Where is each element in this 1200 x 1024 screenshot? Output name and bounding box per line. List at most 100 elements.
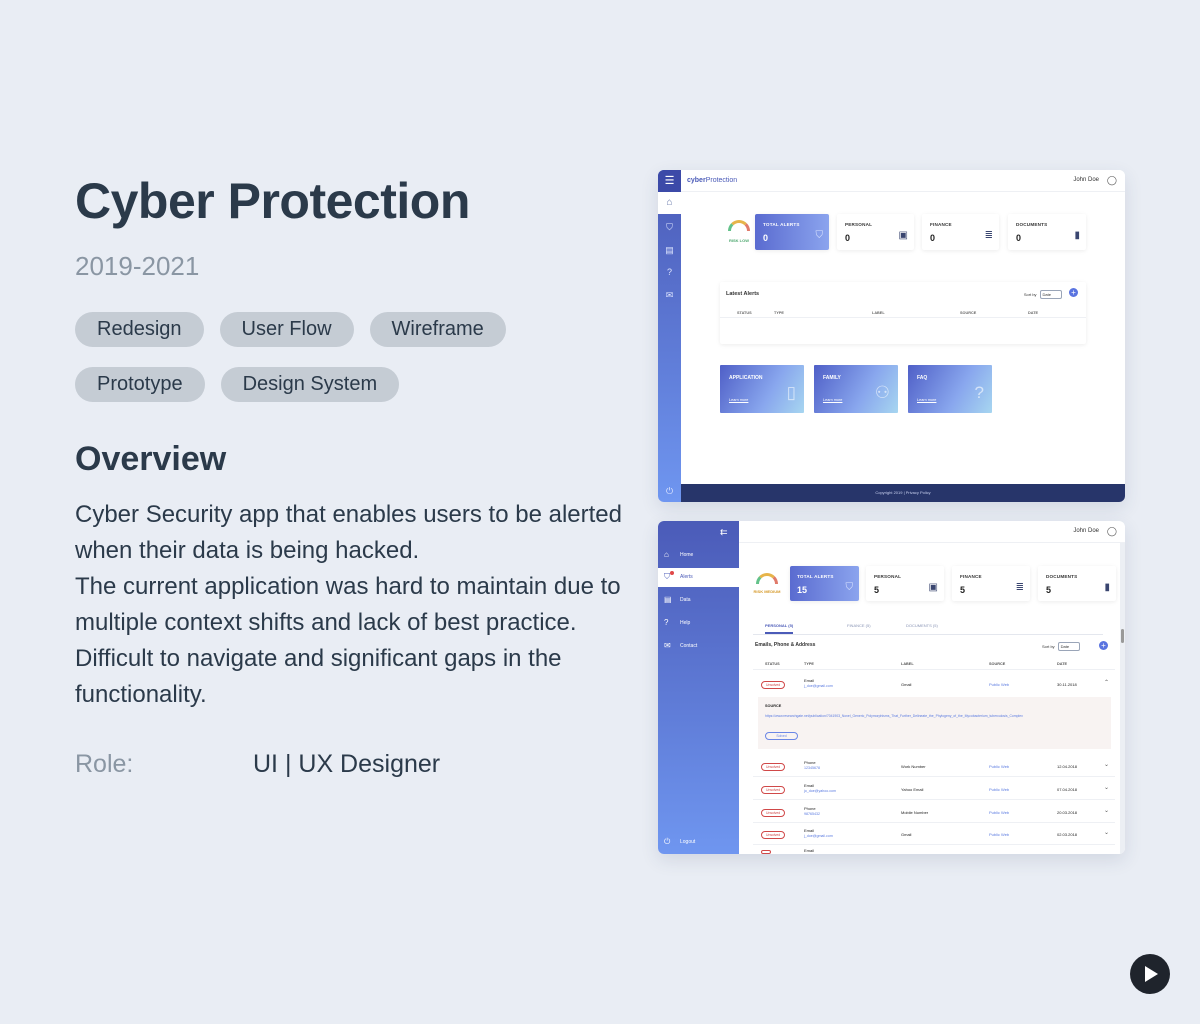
learn-more-link[interactable]: Learn more (917, 398, 936, 402)
user-name[interactable]: John Doe (1073, 528, 1099, 534)
project-years: 2019-2021 (75, 251, 200, 281)
alert-type: Email (804, 678, 815, 683)
column-header: TYPE (774, 311, 784, 315)
chevron-down-icon[interactable]: ⌄ (1104, 807, 1109, 814)
sidebar-item-label: Contact (680, 643, 698, 649)
scrollbar-thumb[interactable] (1121, 629, 1124, 643)
learn-more-link[interactable]: Learn more (729, 398, 748, 402)
column-header: LABEL (901, 662, 914, 666)
sidebar-item-alerts[interactable]: ⛉ Alerts (658, 568, 739, 587)
alert-source-link[interactable]: Public Web (989, 810, 1009, 815)
sidebar-item-data[interactable]: ▤ Data (658, 591, 739, 610)
alert-label: Work Number (901, 764, 926, 769)
passport-icon: ▮ (1104, 582, 1110, 593)
sort-control[interactable]: Sort by Date (1024, 290, 1062, 299)
chevron-down-icon[interactable]: ⌄ (1104, 784, 1109, 791)
column-header: SOURCE (989, 662, 1006, 666)
risk-label: RISK LOW (729, 238, 749, 243)
family-icon: ⚇ (874, 383, 890, 402)
finance-card[interactable]: FINANCE 0 ≣ (922, 214, 999, 250)
table-row[interactable]: Email (753, 846, 1115, 854)
sort-select[interactable]: Date (1057, 642, 1081, 651)
notification-dot (670, 571, 674, 575)
alert-source-link[interactable]: Public Web (989, 764, 1009, 769)
tab-finance[interactable]: FINANCE (5) (847, 623, 871, 628)
alert-type: Phone (804, 806, 816, 811)
role-label: Role: (75, 750, 134, 778)
table-row[interactable]: Unsolved Email j_doe@gmail.com Gmail Pub… (753, 673, 1115, 695)
alert-value: 12345678 (804, 766, 820, 770)
home-icon[interactable]: ⌂ (658, 192, 681, 214)
hamburger-icon[interactable]: ☰ (658, 170, 681, 192)
source-url-link[interactable]: https://www.researchgate.net/publication… (765, 714, 1055, 719)
brand-prefix: cyber (687, 177, 706, 184)
chevron-down-icon[interactable]: ⌄ (1104, 761, 1109, 768)
family-card[interactable]: FAMILY Learn more ⚇ (814, 365, 898, 413)
overview-heading: Overview (75, 440, 227, 478)
tab-documents[interactable]: DOCUMENTS (5) (906, 623, 938, 628)
question-icon: ? (974, 383, 984, 402)
add-icon[interactable]: + (1099, 641, 1108, 650)
finance-card[interactable]: FINANCE 5 ≣ (952, 566, 1030, 601)
sidebar: ☰ ⌂ ⛉ ▤ ? ✉ ⏻ (658, 170, 681, 502)
play-button[interactable] (1130, 954, 1170, 994)
table-row[interactable]: Unsolved Phone 12345678 Work Number Publ… (753, 755, 1115, 777)
solved-button[interactable]: Solved (765, 732, 798, 740)
personal-card[interactable]: PERSONAL 5 ▣ (866, 566, 944, 601)
coins-icon: ≣ (984, 230, 993, 241)
sort-select[interactable]: Date (1039, 290, 1062, 299)
user-name[interactable]: John Doe (1073, 177, 1099, 183)
card-title: PERSONAL (845, 222, 873, 227)
card-value: 0 (845, 233, 851, 243)
dashboard-mockup-after: ⇇ ⌂ Home ⛉ Alerts ▤ Data ? Help ✉ Contac… (658, 521, 1125, 854)
sidebar-item-contact[interactable]: ✉ Contact (658, 637, 739, 656)
table-row[interactable]: Unsolved Email j_doe@gmail.com Gmail Pub… (753, 823, 1115, 845)
chevron-up-icon[interactable]: ⌃ (1104, 679, 1109, 686)
risk-gauge: RISK LOW (720, 214, 758, 250)
alert-source-link[interactable]: Public Web (989, 832, 1009, 837)
documents-card[interactable]: DOCUMENTS 5 ▮ (1038, 566, 1116, 601)
card-title: FINANCE (930, 222, 952, 227)
card-title: DOCUMENTS (1046, 574, 1078, 579)
personal-card[interactable]: PERSONAL 0 ▣ (837, 214, 914, 250)
user-icon[interactable]: ◯ (1107, 175, 1117, 186)
sidebar-item-help[interactable]: ? Help (658, 614, 739, 633)
document-icon[interactable]: ▤ (658, 245, 681, 256)
phone-icon: ▯ (786, 383, 796, 402)
card-value: 15 (797, 585, 808, 595)
section-title: Emails, Phone & Address (755, 642, 816, 648)
total-alerts-card[interactable]: TOTAL ALERTS 15 ⛉ (790, 566, 859, 601)
chevron-down-icon[interactable]: ⌄ (1104, 829, 1109, 836)
tag: Prototype (75, 367, 205, 402)
card-value: 0 (1016, 233, 1022, 243)
add-icon[interactable]: + (1069, 288, 1078, 297)
faq-card[interactable]: FAQ Learn more ? (908, 365, 992, 413)
sidebar-item-home[interactable]: ⌂ Home (658, 546, 739, 565)
sidebar-item-logout[interactable]: ⏻ Logout (658, 833, 739, 852)
alert-source-link[interactable]: Public Web (989, 682, 1009, 687)
chat-icon[interactable]: ✉ (658, 290, 681, 301)
application-card[interactable]: APPLICATION Learn more ▯ (720, 365, 804, 413)
alert-source-link[interactable]: Public Web (989, 787, 1009, 792)
tab-personal[interactable]: PERSONAL (5) (765, 623, 794, 634)
help-icon[interactable]: ? (658, 267, 681, 277)
table-row[interactable]: Unsolved Email jo_doe@yahoo.com Yahoo Em… (753, 778, 1115, 800)
learn-more-link[interactable]: Learn more (823, 398, 842, 402)
power-icon[interactable]: ⏻ (658, 486, 681, 497)
source-label: SOURCE (765, 704, 782, 708)
shield-icon[interactable]: ⛉ (658, 222, 681, 233)
collapse-menu-icon[interactable]: ⇇ (720, 527, 728, 538)
status-badge: Unsolved (761, 763, 786, 771)
total-alerts-card[interactable]: TOTAL ALERTS 0 ⛉ (755, 214, 829, 250)
user-icon[interactable]: ◯ (1107, 526, 1117, 537)
tag: Design System (220, 367, 400, 402)
feature-title: FAMILY (823, 375, 841, 381)
sort-control[interactable]: Sort by Date (1042, 642, 1081, 651)
table-row[interactable]: Unsolved Phone 98765432 Mobile Number Pu… (753, 801, 1115, 823)
alert-date: 07.04.2018 (1057, 787, 1078, 792)
documents-card[interactable]: DOCUMENTS 0 ▮ (1008, 214, 1086, 250)
dashboard-mockup-before: ☰ ⌂ ⛉ ▤ ? ✉ ⏻ cyberProtection John Doe ◯… (658, 170, 1125, 502)
alert-date: 02.03.2018 (1057, 832, 1078, 837)
scrollbar[interactable] (1120, 543, 1125, 854)
id-card-icon: ▣ (898, 230, 908, 241)
